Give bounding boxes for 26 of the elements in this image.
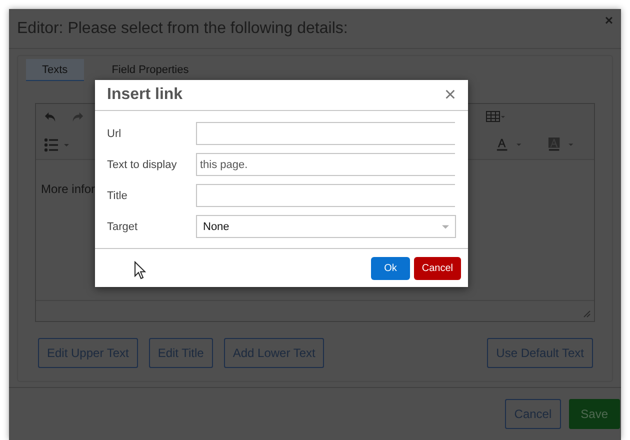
dialog-title: Insert link: [107, 86, 183, 104]
input-field[interactable]: [196, 184, 455, 207]
font-color-icon[interactable]: [496, 137, 524, 152]
caret-icon: [442, 224, 449, 228]
redo-icon[interactable]: [71, 111, 84, 123]
tab[interactable]: Field Properties: [96, 59, 205, 81]
tab[interactable]: Texts: [26, 59, 84, 81]
field-label: Target: [107, 220, 139, 232]
target-dropdown[interactable]: None: [196, 215, 456, 238]
mouse-cursor-icon: [134, 260, 146, 280]
ok-button[interactable]: Ok: [371, 256, 410, 280]
resize-grip-icon[interactable]: [583, 310, 591, 318]
input-field[interactable]: [196, 122, 455, 145]
editor-text: More infor: [41, 182, 96, 196]
close-button[interactable]: ×: [602, 13, 615, 27]
field-label: Text to display: [107, 158, 178, 170]
close-button[interactable]: ×: [444, 86, 456, 104]
save-button[interactable]: Save: [568, 399, 620, 429]
bullet-list-icon[interactable]: [44, 138, 70, 152]
field-label: Url: [107, 128, 122, 140]
input-field[interactable]: this page.: [196, 153, 455, 176]
highlight-color-icon[interactable]: [548, 137, 576, 152]
field-label: Title: [107, 190, 128, 202]
cancel-button[interactable]: Cancel: [414, 256, 461, 280]
table-icon[interactable]: [486, 111, 506, 123]
undo-icon[interactable]: [44, 111, 57, 123]
